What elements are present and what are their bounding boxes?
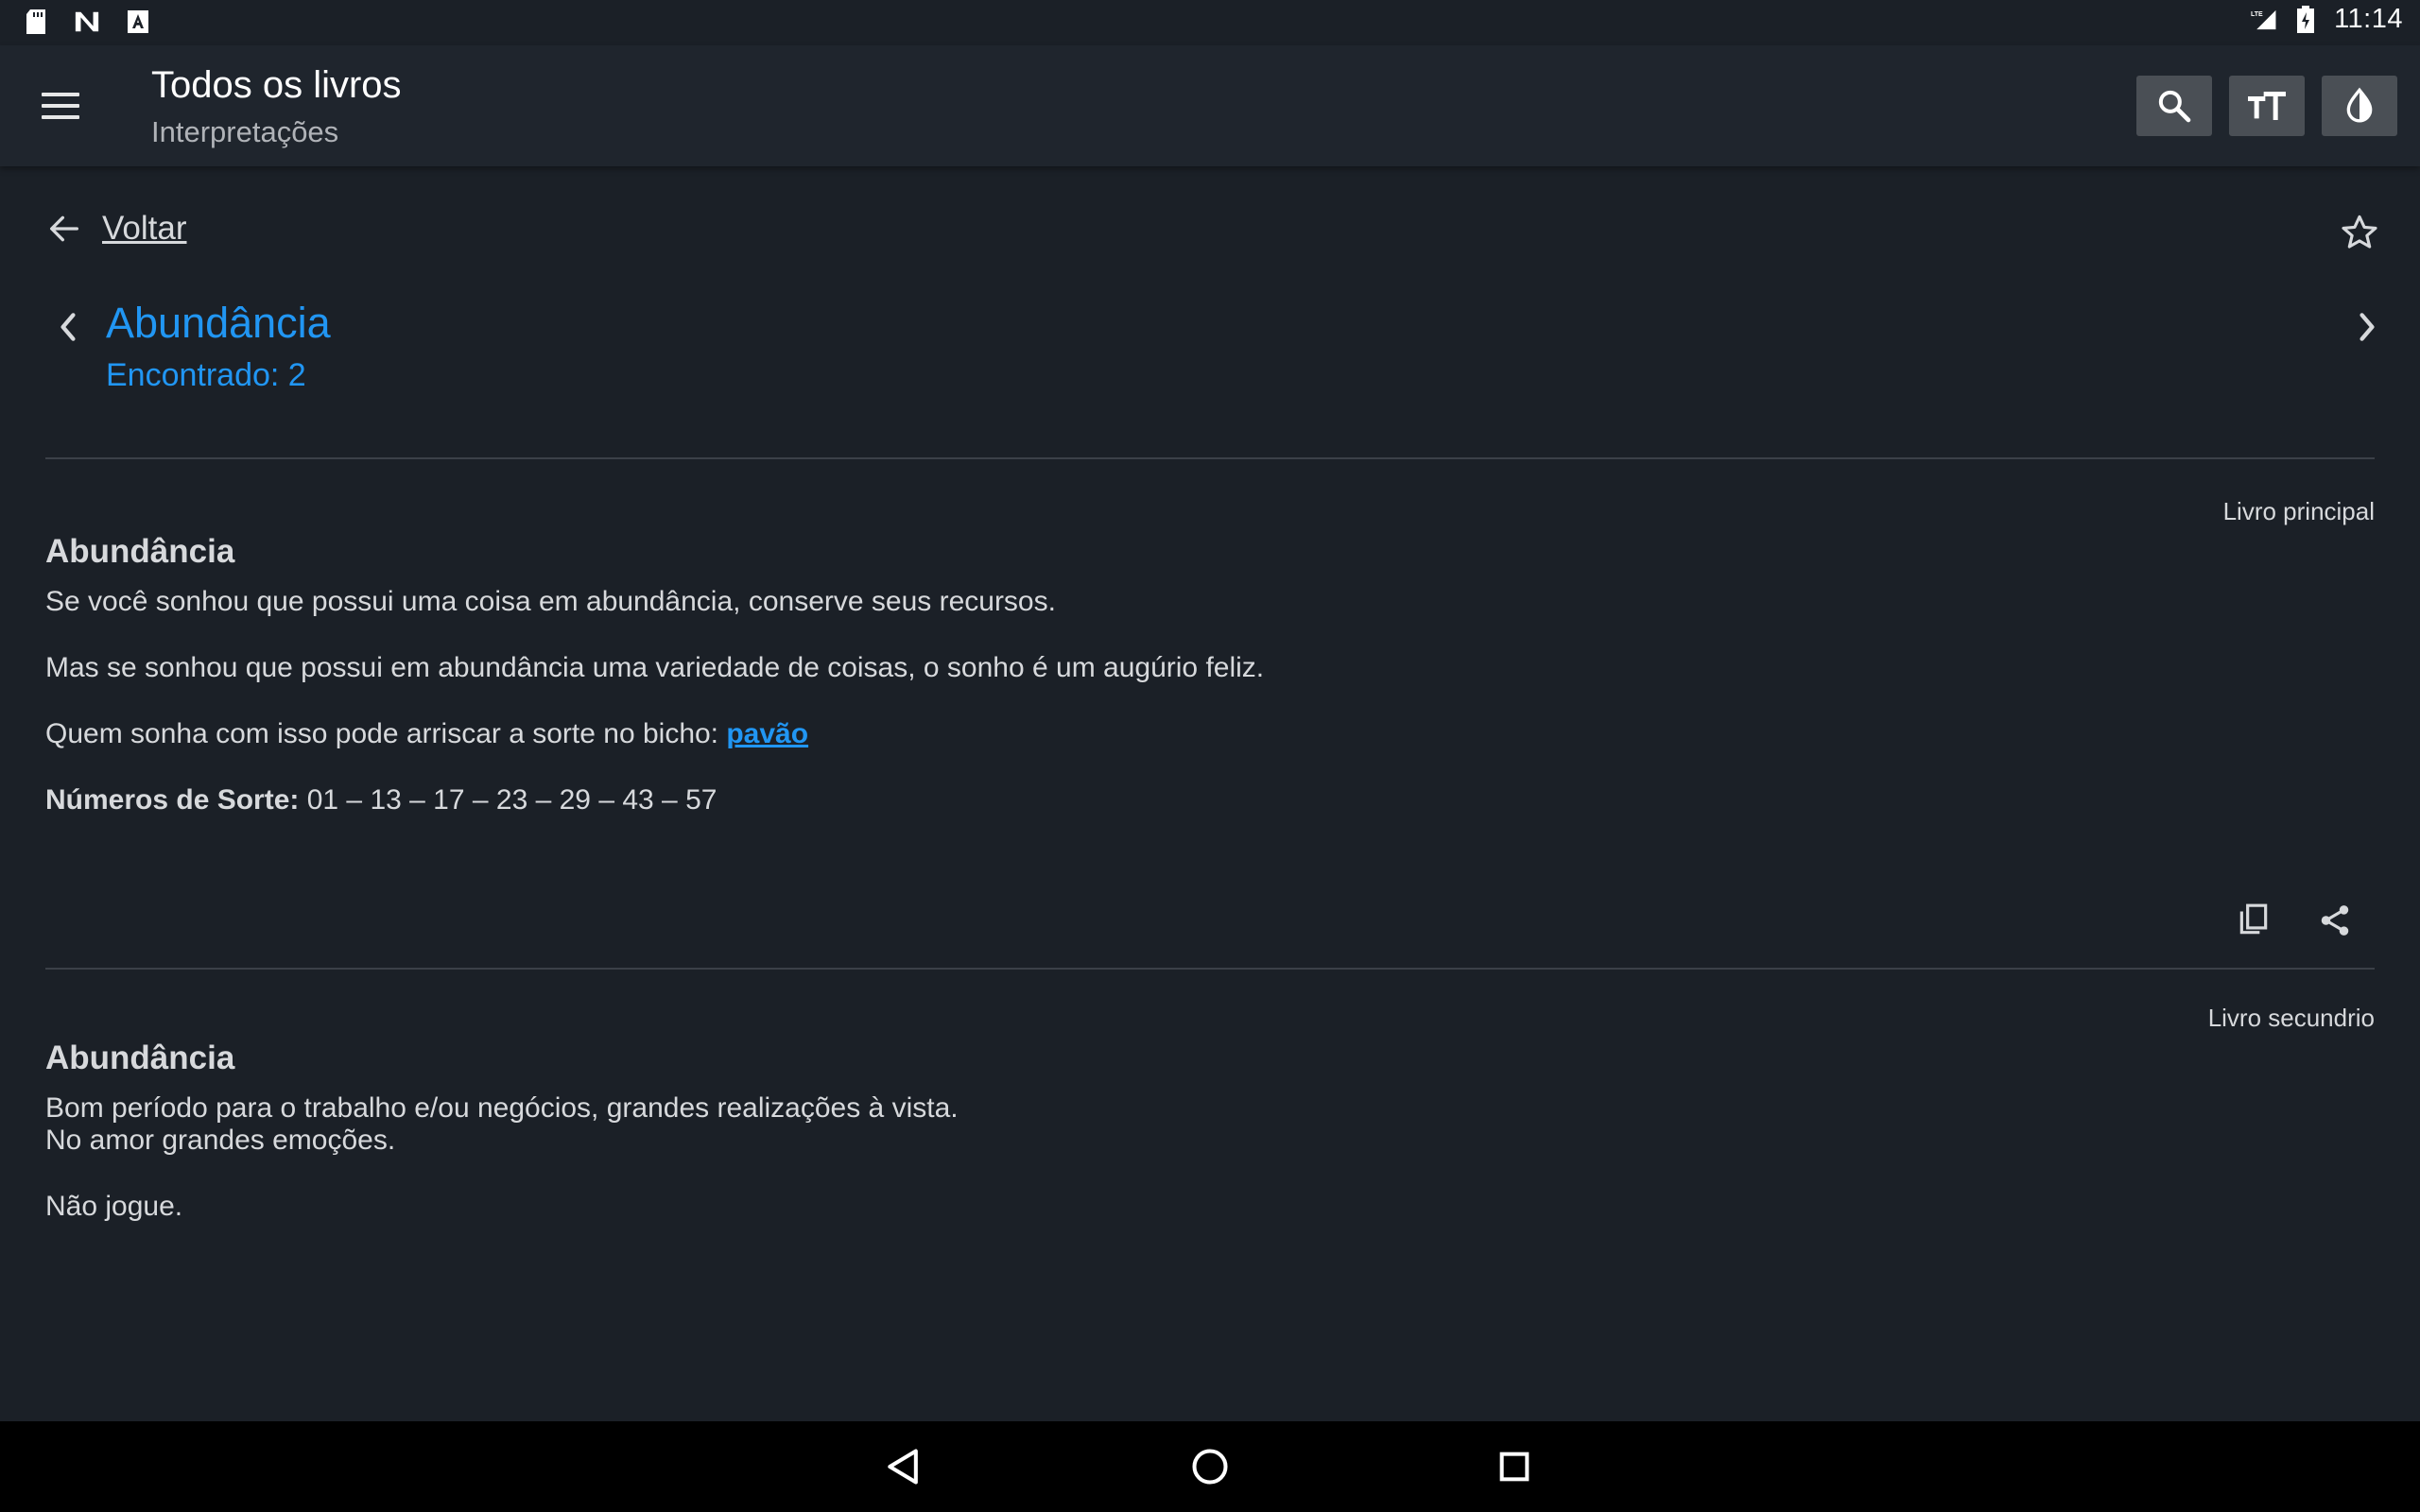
- battery-charging-icon: [2292, 5, 2319, 33]
- circle-home-icon: [1192, 1449, 1228, 1485]
- back-link[interactable]: Voltar: [102, 210, 187, 248]
- card-paragraph: No amor grandes emoções.: [45, 1125, 396, 1156]
- card-title: Abundância: [45, 1040, 235, 1076]
- triangle-back-icon: [888, 1449, 918, 1485]
- header-divider: [45, 457, 2375, 459]
- status-bar: LTE 11:14: [0, 0, 2420, 45]
- search-button[interactable]: [2136, 76, 2212, 136]
- contrast-button[interactable]: [2322, 76, 2397, 136]
- menu-button[interactable]: [42, 83, 95, 129]
- card-paragraph: Mas se sonhou que possui em abundância u…: [45, 652, 1265, 683]
- contrast-icon: [2346, 87, 2373, 123]
- previous-entry-button[interactable]: [49, 304, 87, 350]
- svg-text:LTE: LTE: [2251, 11, 2263, 18]
- card-paragraph: Bom período para o trabalho e/ou negócio…: [45, 1092, 959, 1124]
- copy-button[interactable]: [2231, 898, 2276, 943]
- app-title: Todos os livros: [151, 64, 402, 106]
- star-outline-icon: [2342, 215, 2377, 249]
- nav-back-button[interactable]: [877, 1440, 930, 1493]
- sd-card-icon: [23, 9, 49, 35]
- text-size-button[interactable]: [2229, 76, 2305, 136]
- nav-recents-button[interactable]: [1488, 1440, 1541, 1493]
- hamburger-icon-bar: [42, 104, 79, 108]
- chevron-left-icon: [60, 313, 76, 341]
- share-button[interactable]: [2312, 898, 2358, 943]
- lucky-numbers: Números de Sorte: 01 – 13 – 17 – 23 – 29…: [45, 784, 717, 816]
- search-icon: [2158, 90, 2191, 123]
- hamburger-icon-bar: [42, 115, 79, 119]
- book-label-secondary: Livro secundrio: [2207, 1004, 2375, 1032]
- status-right: LTE 11:14: [2251, 4, 2403, 35]
- card-divider: [45, 968, 2375, 970]
- card-paragraph: Não jogue.: [45, 1191, 183, 1222]
- app-subtitle: Interpretações: [151, 115, 339, 148]
- bicho-text: Quem sonha com isso pode arriscar a sort…: [45, 718, 727, 749]
- chevron-right-icon: [2360, 313, 2375, 341]
- favorite-button[interactable]: [2337, 210, 2382, 255]
- app-bar: Todos os livros Interpretações: [0, 45, 2420, 166]
- lucky-numbers-label: Números de Sorte:: [45, 784, 300, 816]
- copy-icon: [2239, 903, 2268, 935]
- back-row[interactable]: Voltar: [45, 210, 187, 248]
- card-paragraph: Se você sonhou que possui uma coisa em a…: [45, 586, 1056, 617]
- status-time: 11:14: [2334, 4, 2403, 34]
- arrow-back-icon[interactable]: [45, 210, 83, 248]
- bicho-link[interactable]: pavão: [726, 718, 808, 749]
- square-recents-icon: [1499, 1452, 1530, 1482]
- card-paragraph: Quem sonha com isso pode arriscar a sort…: [45, 718, 808, 750]
- hamburger-icon-bar: [42, 93, 79, 96]
- a-notification-icon: [125, 9, 151, 35]
- next-entry-button[interactable]: [2348, 304, 2386, 350]
- card-title: Abundância: [45, 533, 235, 570]
- lucky-numbers-value: 01 – 13 – 17 – 23 – 29 – 43 – 57: [299, 784, 717, 816]
- text-size-icon: [2248, 92, 2286, 120]
- entry-title: Abundância: [106, 299, 331, 347]
- lte-signal-icon: LTE: [2251, 7, 2277, 33]
- system-nav-bar: [0, 1421, 2420, 1512]
- status-left-icons: [23, 9, 151, 35]
- nav-home-button[interactable]: [1184, 1440, 1236, 1493]
- entry-found-count: Encontrado: 2: [106, 357, 306, 393]
- n-notification-icon: [74, 9, 100, 35]
- app-bar-actions: [2136, 76, 2397, 136]
- share-icon: [2321, 905, 2349, 936]
- book-label-primary: Livro principal: [2222, 497, 2375, 525]
